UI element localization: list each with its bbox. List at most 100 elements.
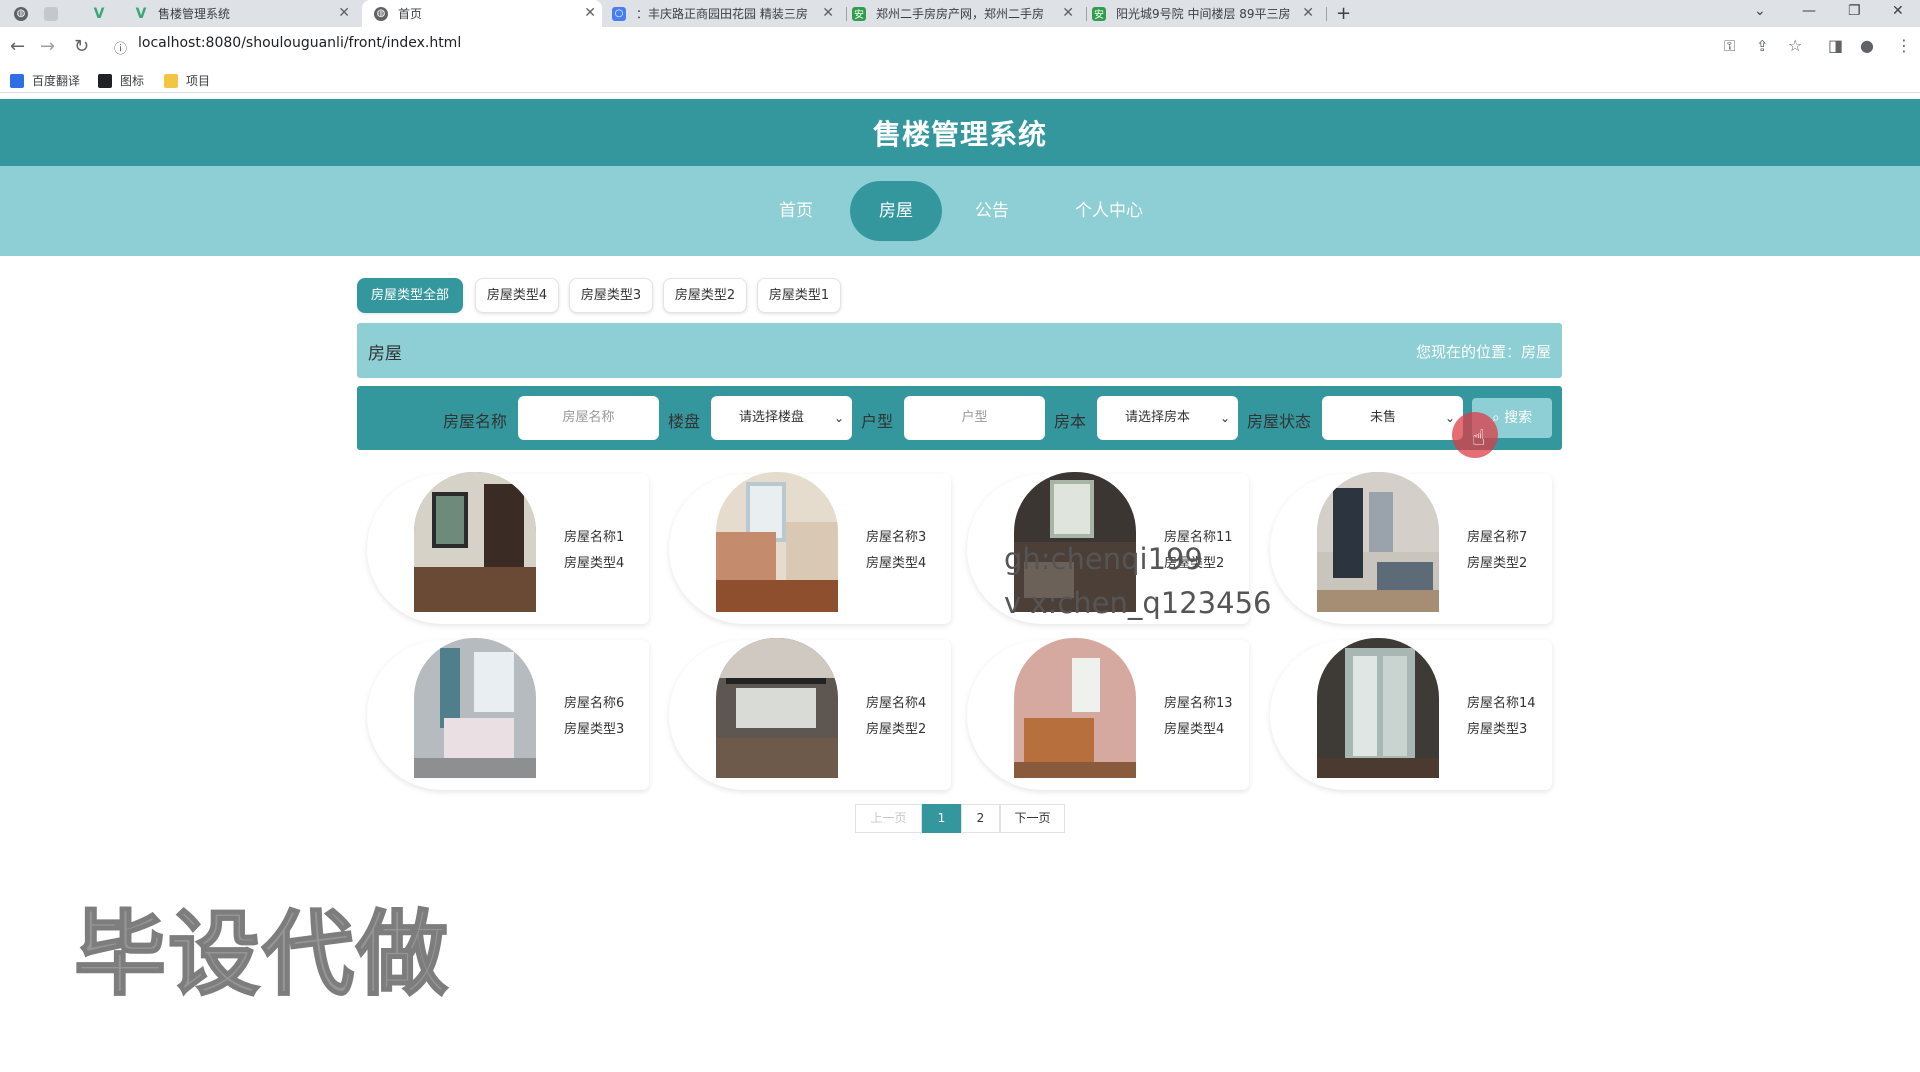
house-photo[interactable] — [716, 472, 838, 612]
tab-close-icon[interactable]: ✕ — [822, 5, 834, 21]
bookmark-project[interactable]: 项目 — [164, 72, 210, 89]
tab-1[interactable] — [44, 0, 70, 27]
tab-title: 郑州二手房房产网，郑州二手房 — [876, 7, 1045, 21]
bookmark-star-icon[interactable]: ☆ — [1788, 36, 1802, 55]
house-card[interactable]: 房屋名称3 房屋类型4 — [669, 472, 951, 624]
building-select[interactable]: 请选择楼盘 ⌄ — [711, 396, 852, 440]
section-title: 房屋 — [368, 344, 402, 364]
category-type4[interactable]: 房屋类型4 — [475, 278, 559, 313]
house-photo[interactable] — [1014, 638, 1136, 778]
status-select[interactable]: 未售 ⌄ — [1322, 396, 1463, 440]
back-icon[interactable]: ← — [10, 36, 25, 57]
house-type: 房屋类型4 — [866, 556, 927, 571]
house-name-input[interactable]: 房屋名称 — [518, 396, 659, 440]
tab-7[interactable]: 安 阳光城9号院 中间楼层 89平三房 ✕ — [1092, 0, 1320, 27]
minimize-icon[interactable]: — — [1802, 3, 1816, 19]
tab-title: 阳光城9号院 中间楼层 89平三房 — [1116, 7, 1291, 21]
house-card[interactable]: 房屋名称4 房屋类型2 — [669, 638, 951, 790]
category-all[interactable]: 房屋类型全部 — [357, 278, 463, 313]
house-photo[interactable] — [414, 638, 536, 778]
bookmark-icons[interactable]: 图标 — [98, 72, 144, 89]
tab-2[interactable]: V — [92, 0, 118, 27]
house-card[interactable]: 房屋名称6 房屋类型3 — [367, 638, 649, 790]
category-type2[interactable]: 房屋类型2 — [663, 278, 747, 313]
deed-select[interactable]: 请选择房本 ⌄ — [1097, 396, 1238, 440]
house-type: 房屋类型2 — [866, 722, 927, 737]
house-name: 房屋名称13 — [1164, 696, 1233, 711]
page-2-button[interactable]: 2 — [961, 804, 1000, 833]
image-icon — [98, 73, 112, 88]
house-name: 房屋名称7 — [1467, 530, 1528, 545]
chevron-down-icon: ⌄ — [833, 411, 844, 425]
site-info-icon[interactable]: ⓘ — [114, 38, 127, 57]
category-type3[interactable]: 房屋类型3 — [569, 278, 653, 313]
reload-icon[interactable]: ↻ — [74, 36, 89, 57]
house-card[interactable]: 房屋名称7 房屋类型2 — [1270, 472, 1552, 624]
prev-page-button[interactable]: 上一页 — [855, 804, 922, 833]
house-type: 房屋类型4 — [1164, 722, 1225, 737]
house-photo[interactable] — [1317, 638, 1439, 778]
next-page-button[interactable]: 下一页 — [1000, 804, 1065, 833]
tab-6[interactable]: 安 郑州二手房房产网，郑州二手房 ✕ — [852, 0, 1080, 27]
chevron-down-icon: ⌄ — [1219, 411, 1230, 425]
menu-icon[interactable]: ⋮ — [1896, 36, 1912, 55]
tab-3[interactable]: V 售楼管理系统 ✕ — [134, 0, 356, 27]
tab-close-icon[interactable]: ✕ — [338, 5, 350, 21]
nav-home[interactable]: 首页 — [770, 181, 822, 241]
house-type: 房屋类型4 — [564, 556, 625, 571]
page-icon: ○ — [612, 6, 626, 21]
main-nav: 首页 房屋 公告 个人中心 — [0, 166, 1920, 256]
mouse-cursor: ☝ — [1452, 412, 1498, 458]
house-name: 房屋名称1 — [564, 530, 625, 545]
tab-title: 首页 — [398, 7, 423, 21]
watermark-line-2: v x:chen_q123456 — [1004, 586, 1272, 620]
house-card[interactable]: 房屋名称1 房屋类型4 — [367, 472, 649, 624]
category-type1[interactable]: 房屋类型1 — [757, 278, 841, 313]
forward-icon[interactable]: → — [40, 36, 55, 57]
bookmark-baidu-translate[interactable]: 百度翻译 — [10, 72, 80, 89]
house-card[interactable]: 房屋名称13 房屋类型4 — [967, 638, 1249, 790]
tab-close-icon[interactable]: ✕ — [1062, 5, 1074, 21]
tab-5[interactable]: ○ ：丰庆路正商园田花园 精装三房 ✕ — [612, 0, 840, 27]
house-type: 房屋类型3 — [1467, 722, 1528, 737]
house-photo[interactable] — [414, 472, 536, 612]
new-tab-button[interactable]: + — [1336, 0, 1360, 27]
tab-search-icon[interactable]: ⌄ — [1754, 3, 1766, 19]
anjuke-icon: 安 — [852, 6, 866, 21]
nav-notices[interactable]: 公告 — [966, 181, 1018, 241]
profile-icon[interactable]: ● — [1860, 36, 1874, 55]
watermark-line-1: gh:chenqi199 — [1004, 542, 1203, 576]
tab-0[interactable]: ◍ — [14, 0, 40, 27]
tab-title: 售楼管理系统 — [158, 7, 231, 21]
close-window-icon[interactable]: ✕ — [1892, 3, 1904, 19]
pointer-hand-icon: ☝ — [1472, 426, 1486, 451]
globe-icon: ◍ — [14, 6, 28, 21]
house-card[interactable]: 房屋名称14 房屋类型3 — [1270, 638, 1552, 790]
page-1-button[interactable]: 1 — [922, 804, 961, 833]
search-bar: 房屋名称 房屋名称 楼盘 请选择楼盘 ⌄ 户型 户型 房本 请选择房本 ⌄ 房屋… — [357, 386, 1562, 450]
nav-profile[interactable]: 个人中心 — [1066, 181, 1152, 241]
side-panel-icon[interactable]: ◨ — [1828, 36, 1843, 55]
tab-close-icon[interactable]: ✕ — [1302, 5, 1314, 21]
house-name: 房屋名称6 — [564, 696, 625, 711]
house-name: 房屋名称3 — [866, 530, 927, 545]
breadcrumb: 您现在的位置：房屋 — [1415, 343, 1551, 361]
house-photo[interactable] — [1317, 472, 1439, 612]
tab-4-active[interactable]: ◍ 首页 ✕ — [362, 0, 602, 27]
site-header: 售楼管理系统 — [0, 99, 1920, 166]
house-name: 房屋名称14 — [1467, 696, 1536, 711]
house-name: 房屋名称4 — [866, 696, 927, 711]
status-label: 房屋状态 — [1247, 412, 1312, 431]
section-header: 房屋 您现在的位置：房屋 — [357, 323, 1562, 378]
restore-icon[interactable]: ❐ — [1848, 3, 1861, 19]
address-bar[interactable]: localhost:8080/shoulouguanli/front/index… — [138, 33, 461, 53]
building-label: 楼盘 — [668, 412, 701, 431]
baidu-translate-icon — [10, 73, 24, 88]
house-photo[interactable] — [716, 638, 838, 778]
house-type: 房屋类型3 — [564, 722, 625, 737]
key-icon[interactable]: ⚿ — [1724, 37, 1735, 55]
tab-close-icon[interactable]: ✕ — [584, 5, 596, 21]
layout-input[interactable]: 户型 — [904, 396, 1045, 440]
nav-houses[interactable]: 房屋 — [850, 181, 942, 241]
share-icon[interactable]: ⇪ — [1756, 37, 1769, 55]
